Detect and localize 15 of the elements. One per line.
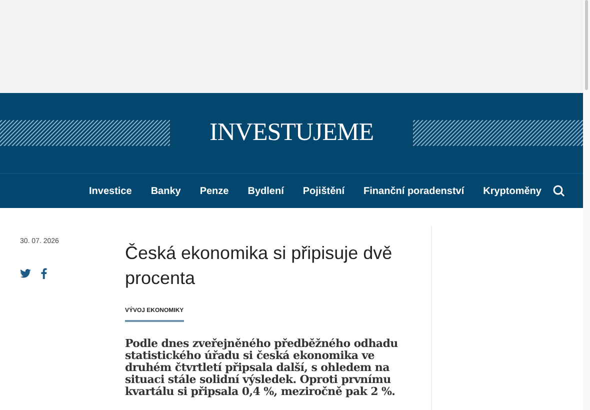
- nav-link[interactable]: Banky: [150, 184, 181, 198]
- bird-icon[interactable]: [20, 268, 31, 278]
- letter-f-icon[interactable]: [41, 268, 47, 278]
- article-lede: Podle dnes zveřejněného předběžného odhadu statistického úřadu si česká ekonomika ve druhém čtvrtletí připsala další, s ohledem na situaci stále solidní výsledek. Oproti prvnímu kvartálu si připsala 0,4 %, meziročně pak 2 %.: [125, 338, 399, 398]
- nav-link[interactable]: Bydlení: [248, 184, 284, 198]
- article-title: Česká ekonomika si připisuje dvě procenta: [125, 242, 394, 290]
- scrollbar-thumb[interactable]: [585, 0, 588, 90]
- scrollbar[interactable]: [583, 0, 590, 410]
- site-logo[interactable]: INVESTUJEME: [210, 114, 374, 152]
- nav-link[interactable]: Investice: [89, 184, 132, 198]
- nav-link[interactable]: Finanční poradenství: [364, 184, 464, 198]
- nav-link[interactable]: Pojištění: [302, 184, 345, 198]
- search-icon[interactable]: [553, 185, 565, 197]
- nav-link[interactable]: Penze: [200, 184, 229, 198]
- nav-link[interactable]: Kryptoměny: [483, 184, 542, 198]
